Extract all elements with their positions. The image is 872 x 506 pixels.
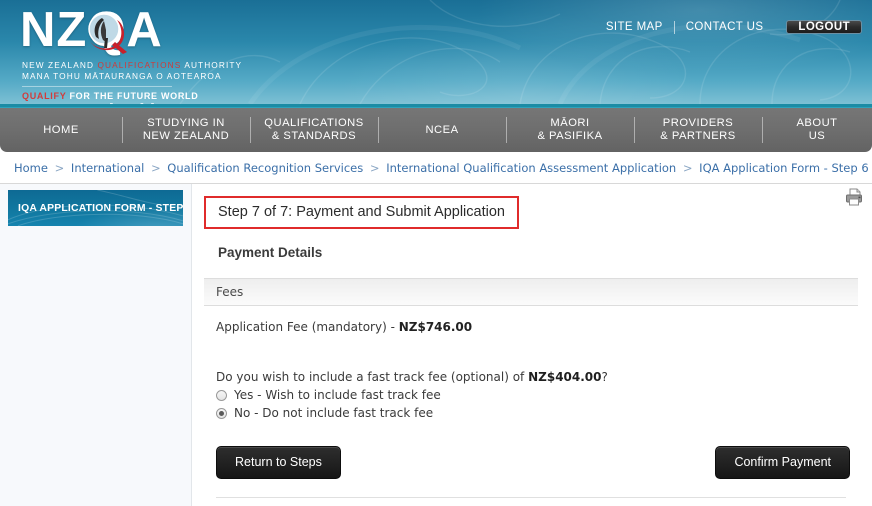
- radio-option-no[interactable]: No - Do not include fast track fee: [204, 402, 858, 420]
- site-map-link[interactable]: SITE MAP: [595, 21, 674, 33]
- fast-track-question-prefix: Do you wish to include a fast track fee …: [216, 370, 529, 384]
- logo-tagline-maori: KIA NOHO TAKATŪ KI TŌ ĀMUA AO!: [16, 103, 316, 104]
- nav-label-line1: NCEA: [425, 123, 459, 136]
- main-content: Step 7 of 7: Payment and Submit Applicat…: [192, 184, 872, 506]
- radio-button-yes[interactable]: [216, 389, 227, 401]
- sidebar-header-label: IQA APPLICATION FORM - STEP 6: [18, 202, 183, 214]
- main-navigation: HOME STUDYING IN NEW ZEALAND QUALIFICATIO…: [0, 108, 872, 152]
- fast-track-fee-amount: NZ$404.00: [528, 370, 602, 384]
- breadcrumb-item-international[interactable]: International: [71, 161, 144, 175]
- section-heading-payment-details: Payment Details: [218, 245, 323, 260]
- nav-item-about-us[interactable]: ABOUT US: [762, 108, 872, 152]
- logo-tagline-english: QUALIFY FOR THE FUTURE WORLD: [22, 91, 199, 101]
- return-to-steps-button[interactable]: Return to Steps: [216, 446, 341, 479]
- nav-label-line1: HOME: [43, 123, 79, 136]
- application-fee-amount: NZ$746.00: [398, 320, 473, 334]
- breadcrumb-separator: >: [369, 161, 380, 175]
- content-bottom-divider: [216, 497, 846, 498]
- nav-label-line2: & STANDARDS: [271, 130, 357, 142]
- logo-subtitle-maori: MANA TOHU MĀTAURANGA O AOTEAROA: [22, 71, 222, 81]
- breadcrumb-item-international-qualification-assessment-application[interactable]: International Qualification Assessment A…: [386, 161, 676, 175]
- nav-label-line2: & PARTNERS: [660, 130, 736, 142]
- fast-track-question-suffix: ?: [601, 370, 608, 384]
- nav-item-ncea[interactable]: NCEA: [378, 108, 506, 152]
- logo-wordmark: NZQA: [16, 6, 316, 58]
- nav-label-line2: US: [808, 130, 826, 142]
- sidebar: IQA APPLICATION FORM - STEP 6: [0, 184, 192, 506]
- nav-label-line1: ABOUT: [796, 117, 838, 129]
- radio-option-yes[interactable]: Yes - Wish to include fast track fee: [204, 384, 858, 402]
- printer-icon: [846, 188, 862, 206]
- breadcrumb-item-home[interactable]: Home: [14, 161, 48, 175]
- form-action-buttons: Return to Steps Confirm Payment: [204, 420, 850, 479]
- page-title: Step 7 of 7: Payment and Submit Applicat…: [218, 204, 505, 220]
- nav-label-line1: PROVIDERS: [662, 117, 734, 129]
- contact-us-link[interactable]: CONTACT US: [675, 21, 775, 33]
- kiwi-bird-in-q-icon: [88, 13, 127, 54]
- application-fee-row: Application Fee (mandatory) - NZ$746.00: [204, 306, 858, 334]
- application-fee-label: Application Fee (mandatory) -: [216, 320, 399, 334]
- page-title-highlight-box: Step 7 of 7: Payment and Submit Applicat…: [204, 196, 519, 229]
- nav-label-line2: & PASIFIKA: [537, 130, 603, 142]
- breadcrumb: Home > International > Qualification Rec…: [0, 152, 872, 184]
- nav-item-maori-and-pasifika[interactable]: MĀORI & PASIFIKA: [506, 108, 634, 152]
- breadcrumb-item-qualification-recognition-services[interactable]: Qualification Recognition Services: [167, 161, 363, 175]
- nav-label-line1: STUDYING IN: [147, 117, 225, 129]
- nav-item-qualifications-and-standards[interactable]: QUALIFICATIONS & STANDARDS: [250, 108, 378, 152]
- logo-subtitle-english: NEW ZEALAND QUALIFICATIONS AUTHORITY: [22, 60, 243, 70]
- radio-option-no-label: No - Do not include fast track fee: [234, 406, 434, 420]
- sidebar-header-iqa-application-form: IQA APPLICATION FORM - STEP 6: [8, 190, 183, 226]
- fast-track-question: Do you wish to include a fast track fee …: [204, 334, 858, 384]
- breadcrumb-item-current: IQA Application Form - Step 6: [699, 161, 869, 175]
- radio-option-yes-label: Yes - Wish to include fast track fee: [234, 388, 441, 402]
- nav-item-home[interactable]: HOME: [0, 108, 122, 152]
- fees-header-label: Fees: [216, 285, 244, 299]
- nzqa-logo[interactable]: NZQA NEW ZEALAND QUALIFICATIONS AUTHORIT…: [16, 6, 316, 105]
- nav-label-line2: NEW ZEALAND: [142, 130, 230, 142]
- print-button[interactable]: [844, 187, 864, 207]
- breadcrumb-separator: >: [150, 161, 161, 175]
- nav-label-line1: MĀORI: [550, 117, 590, 129]
- breadcrumb-separator: >: [682, 161, 693, 175]
- logo-divider: [22, 86, 172, 87]
- confirm-payment-button[interactable]: Confirm Payment: [715, 446, 850, 479]
- logout-button[interactable]: LOGOUT: [786, 20, 862, 34]
- breadcrumb-separator: >: [54, 161, 65, 175]
- fees-panel: Fees Application Fee (mandatory) - NZ$74…: [204, 278, 858, 498]
- fees-table-header: Fees: [204, 278, 858, 306]
- nav-label-line1: QUALIFICATIONS: [264, 117, 364, 129]
- radio-button-no[interactable]: [216, 407, 227, 419]
- page-body: IQA APPLICATION FORM - STEP 6 Step 7 of …: [0, 184, 872, 506]
- nav-item-studying-in-new-zealand[interactable]: STUDYING IN NEW ZEALAND: [122, 108, 250, 152]
- utility-navigation: SITE MAP CONTACT US LOGOUT: [595, 20, 862, 34]
- nav-item-providers-and-partners[interactable]: PROVIDERS & PARTNERS: [634, 108, 762, 152]
- site-header-banner: NZQA NEW ZEALAND QUALIFICATIONS AUTHORIT…: [0, 0, 872, 104]
